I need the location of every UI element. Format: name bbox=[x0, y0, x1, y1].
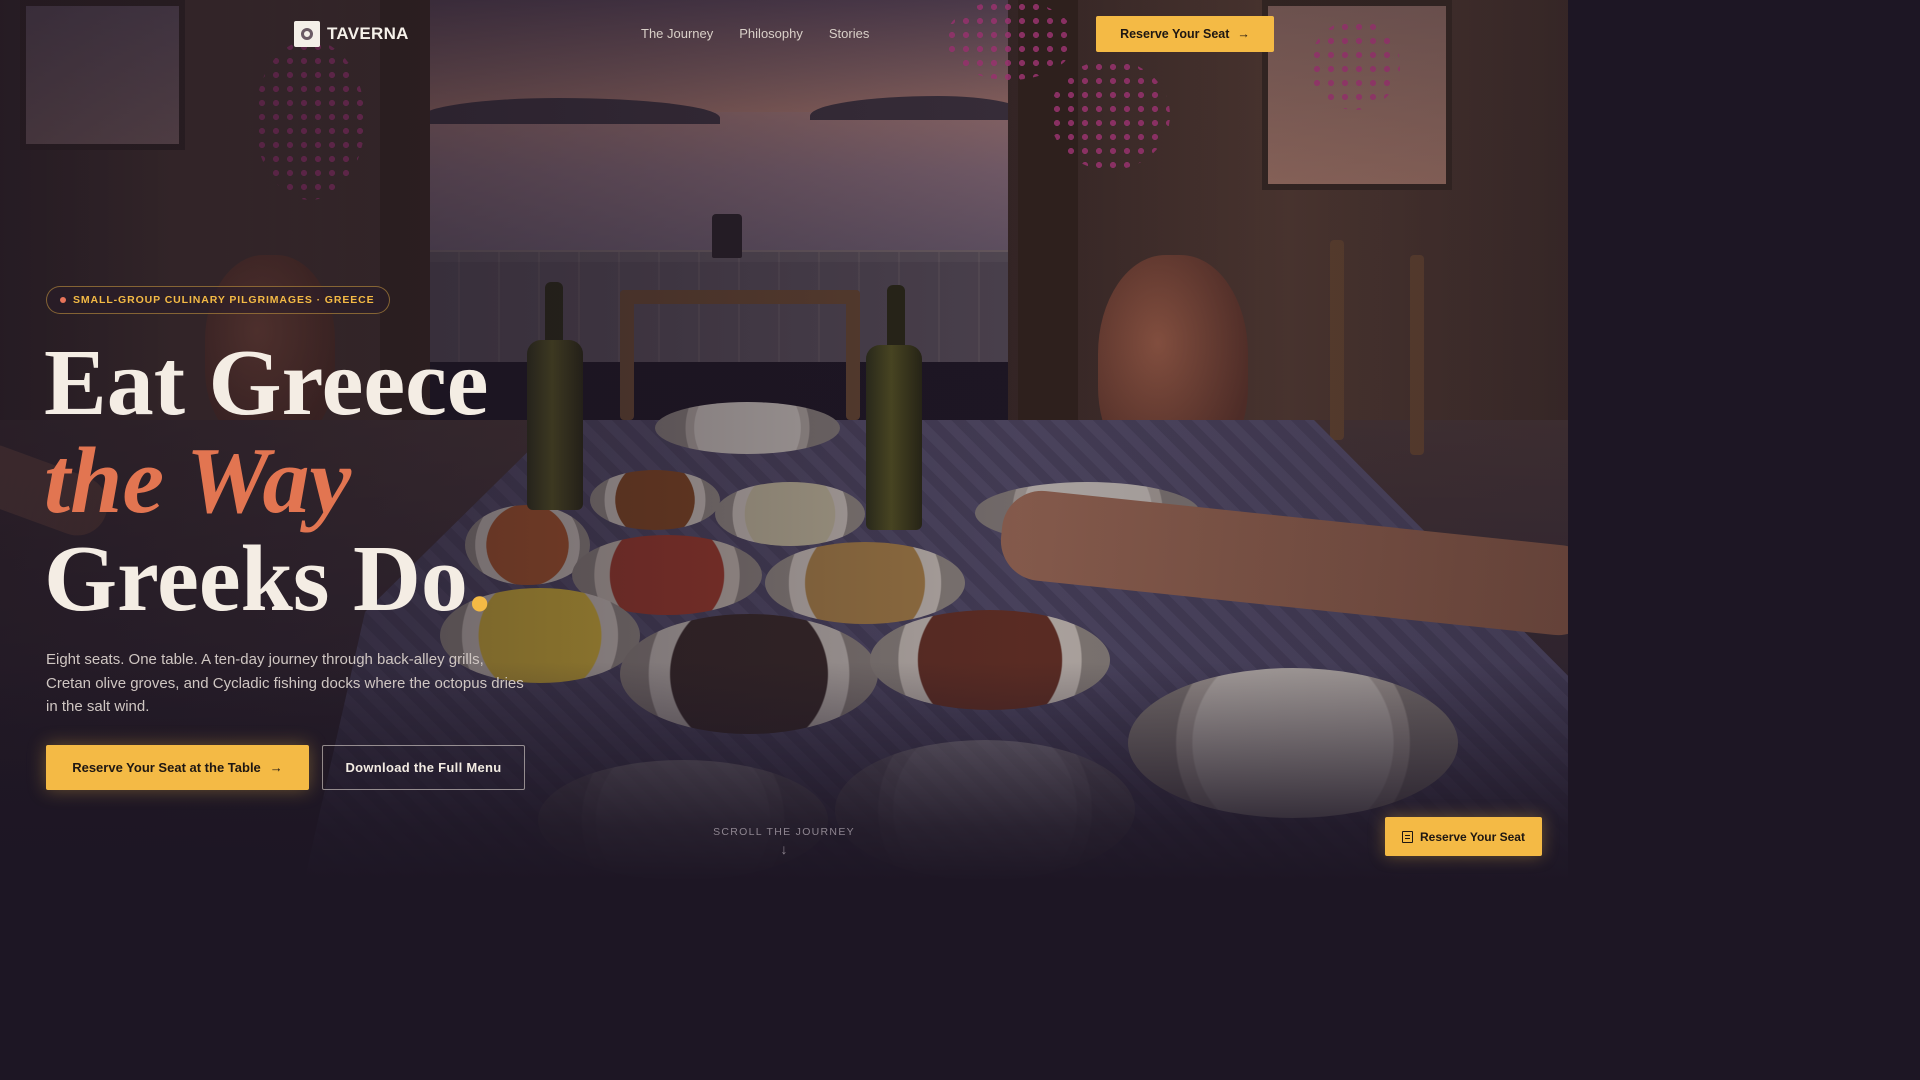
hero-headline: Eat Greece the Way Greeks Do. bbox=[44, 334, 491, 628]
scroll-label: SCROLL THE JOURNEY bbox=[713, 826, 855, 838]
reserve-seat-floating-button[interactable]: Reserve Your Seat bbox=[1385, 817, 1542, 856]
brand-logo[interactable]: TAVERNA bbox=[294, 21, 409, 47]
badge-dot-icon bbox=[60, 297, 66, 303]
headline-line-3-text: Greeks Do bbox=[44, 527, 468, 631]
headline-line-1: Eat Greece bbox=[44, 331, 489, 435]
headline-line-2-accent: the Way bbox=[44, 429, 352, 533]
brand-name: TAVERNA bbox=[327, 24, 409, 43]
arrow-right-icon: → bbox=[269, 760, 283, 775]
logo-icon bbox=[294, 21, 320, 47]
hero-description: Eight seats. One table. A ten-day journe… bbox=[46, 651, 524, 715]
nav-link-stories[interactable]: Stories bbox=[829, 26, 869, 41]
primary-nav: The Journey Philosophy Stories bbox=[641, 26, 869, 41]
badge-label: SMALL-GROUP CULINARY PILGRIMAGES · GREEC… bbox=[73, 294, 375, 306]
nav-link-journey[interactable]: The Journey bbox=[641, 26, 713, 41]
download-menu-label: Download the Full Menu bbox=[345, 760, 502, 775]
download-menu-button[interactable]: Download the Full Menu bbox=[322, 745, 525, 790]
reserve-seat-floating-label: Reserve Your Seat bbox=[1420, 829, 1525, 844]
reserve-seat-primary-label: Reserve Your Seat at the Table bbox=[72, 760, 261, 775]
reserve-seat-header-label: Reserve Your Seat bbox=[1120, 27, 1230, 41]
headline-period: . bbox=[467, 527, 492, 631]
reserve-seat-header-button[interactable]: Reserve Your Seat → bbox=[1096, 16, 1274, 52]
arrow-down-icon: ↓ bbox=[780, 841, 788, 857]
reserve-seat-primary-button[interactable]: Reserve Your Seat at the Table → bbox=[46, 745, 309, 790]
arrow-right-icon: → bbox=[1237, 27, 1250, 41]
scroll-indicator[interactable]: SCROLL THE JOURNEY ↓ bbox=[690, 826, 878, 857]
headline-line-3: Greeks Do. bbox=[44, 530, 491, 628]
hero-badge: SMALL-GROUP CULINARY PILGRIMAGES · GREEC… bbox=[46, 286, 390, 314]
nav-link-philosophy[interactable]: Philosophy bbox=[739, 26, 803, 41]
calendar-icon bbox=[1402, 830, 1414, 843]
